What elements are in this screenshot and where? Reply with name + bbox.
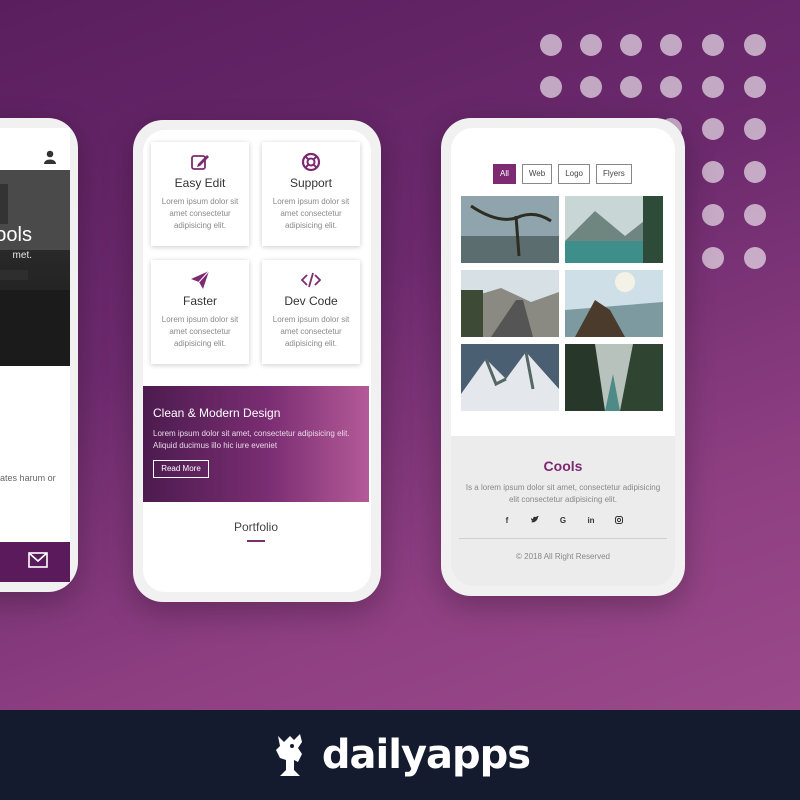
feature-desc: Lorem ipsum dolor sit amet consectetur a… xyxy=(161,315,239,348)
filter-logo[interactable]: Logo xyxy=(558,164,590,184)
phone-right: All Web Logo Flyers Cools Is a lorem ips… xyxy=(441,118,685,596)
brand-wordmark: dailyapps xyxy=(321,732,531,778)
paper-plane-icon xyxy=(191,270,210,289)
brand-desc: Is a lorem ipsum dolor sit amet, consect… xyxy=(465,483,661,504)
feature-card-faster[interactable]: Faster Lorem ipsum dolor sit amet consec… xyxy=(151,260,249,364)
banner-desc: Lorem ipsum dolor sit amet, consectetur … xyxy=(153,429,350,450)
gallery-photo[interactable] xyxy=(461,270,559,337)
filter-all[interactable]: All xyxy=(493,164,516,184)
hero-title: ools xyxy=(0,224,32,246)
portfolio-filters: All Web Logo Flyers xyxy=(493,164,632,184)
gallery-photo[interactable] xyxy=(565,196,663,263)
feature-title: Faster xyxy=(182,294,217,308)
feature-title: Dev Code xyxy=(284,294,338,308)
dailyapps-logo-icon xyxy=(275,734,302,776)
read-more-button[interactable]: Read More xyxy=(153,460,209,478)
phone-center-screen: Easy Edit Lorem ipsum dolor sit amet con… xyxy=(143,130,371,592)
mail-icon[interactable] xyxy=(28,552,48,568)
hero-subtitle: met. xyxy=(12,250,32,261)
instagram-icon[interactable] xyxy=(615,516,623,526)
google-icon[interactable]: G xyxy=(559,516,567,526)
portfolio-heading: Portfolio xyxy=(233,520,279,534)
feature-desc: Lorem ipsum dolor sit amet consectetur a… xyxy=(161,197,239,230)
hero-image: ools met. xyxy=(0,170,70,366)
code-icon xyxy=(301,272,321,288)
user-icon[interactable] xyxy=(44,150,56,164)
brand-footer: dailyapps xyxy=(0,710,800,800)
filter-flyers[interactable]: Flyers xyxy=(596,164,632,184)
edit-icon xyxy=(191,155,209,170)
feature-desc: Lorem ipsum dolor sit amet consectetur a… xyxy=(272,197,350,230)
feature-title: Support xyxy=(289,176,333,190)
banner-title: Clean & Modern Design xyxy=(153,406,281,420)
feature-card-support[interactable]: Support Lorem ipsum dolor sit amet conse… xyxy=(262,142,360,246)
gallery-photo[interactable] xyxy=(461,196,559,263)
linkedin-icon[interactable]: in xyxy=(587,516,595,526)
social-links: f G in xyxy=(451,516,675,526)
phone-left-screen: ools met. ur adipisicing elit. uptates h… xyxy=(0,128,70,582)
feature-desc: Lorem ipsum dolor sit amet consectetur a… xyxy=(272,315,350,348)
heading-underline xyxy=(247,540,265,542)
gallery-photo[interactable] xyxy=(565,270,663,337)
body-text: ur adipisicing elit. uptates harum or xyxy=(0,473,56,483)
gallery-photo[interactable] xyxy=(565,344,663,411)
brand-name: Cools xyxy=(543,458,583,474)
phone-left: ools met. ur adipisicing elit. uptates h… xyxy=(0,118,78,592)
twitter-icon[interactable] xyxy=(531,516,539,526)
design-banner: Clean & Modern Design Lorem ipsum dolor … xyxy=(143,386,369,502)
copyright: © 2018 All Right Reserved xyxy=(516,552,610,561)
divider xyxy=(459,538,667,539)
gallery-photo[interactable] xyxy=(461,344,559,411)
promo-stage: ools met. ur adipisicing elit. uptates h… xyxy=(0,0,800,710)
feature-card-easy-edit[interactable]: Easy Edit Lorem ipsum dolor sit amet con… xyxy=(151,142,249,246)
facebook-icon[interactable]: f xyxy=(503,516,511,526)
phone-center: Easy Edit Lorem ipsum dolor sit amet con… xyxy=(133,120,381,602)
filter-web[interactable]: Web xyxy=(521,164,553,184)
feature-card-dev-code[interactable]: Dev Code Lorem ipsum dolor sit amet cons… xyxy=(262,260,360,364)
lifebuoy-icon xyxy=(301,152,321,172)
phone-right-screen: All Web Logo Flyers Cools Is a lorem ips… xyxy=(451,128,675,586)
feature-title: Easy Edit xyxy=(174,176,226,190)
